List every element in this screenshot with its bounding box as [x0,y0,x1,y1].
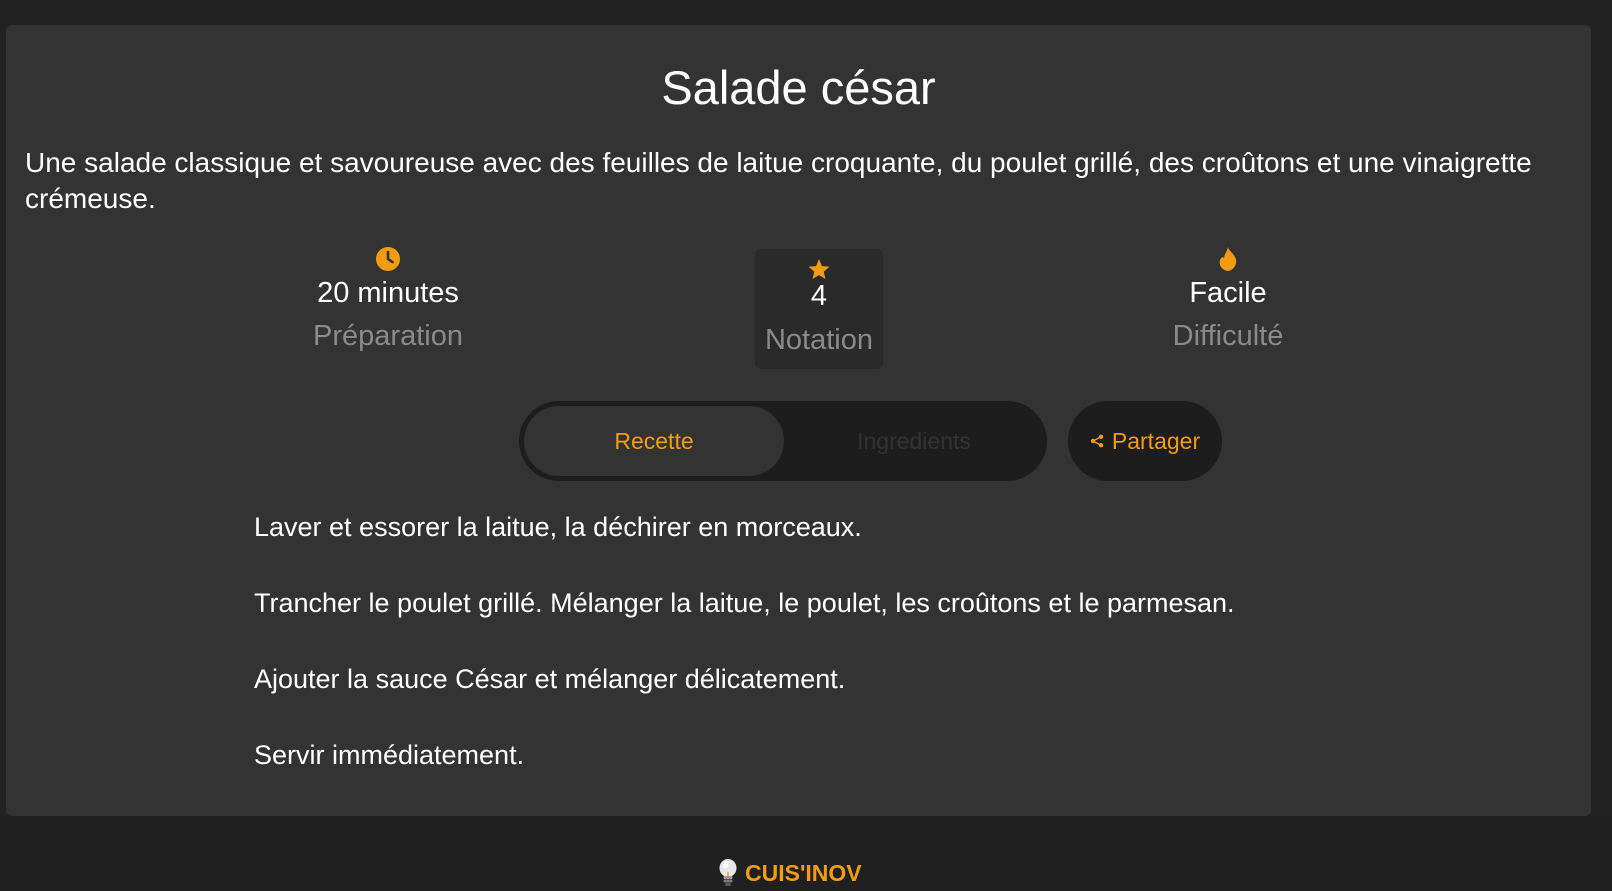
rating-stat: 4 Notation [755,249,883,369]
share-icon [1090,434,1104,448]
brand-logo[interactable]: CUIS'INOV [718,855,862,891]
brand-name: CUIS'INOV [745,859,862,886]
step-item: Trancher le poulet grillé. Mélanger la l… [254,588,1235,618]
share-button[interactable]: Partager [1068,401,1222,481]
tab-ingredients[interactable]: Ingredients [784,406,1044,476]
recipe-tabs: Recette Ingredients [519,401,1047,481]
recipe-title: Salade césar [661,61,936,114]
difficulty-value: Facile [1189,277,1267,309]
recipe-steps: Laver et essorer la laitue, la déchirer … [254,509,1454,813]
difficulty-label: Difficulté [1172,320,1284,352]
share-label: Partager [1111,428,1201,454]
prep-time-value: 20 minutes [317,277,459,309]
rating-label: Notation [764,324,873,356]
prep-time-stat: 20 minutes Préparation [288,246,488,353]
lightbulb-icon [719,859,737,886]
star-icon [808,259,830,279]
clock-icon [376,247,400,271]
recipe-description: Une salade classique et savoureuse avec … [25,147,1532,214]
difficulty-stat: Facile Difficulté [1128,246,1328,353]
flame-icon [1219,247,1237,271]
rating-value: 4 [810,280,828,312]
tab-recipe[interactable]: Recette [524,406,784,476]
step-item: Laver et essorer la laitue, la déchirer … [254,512,862,542]
prep-time-label: Préparation [313,320,463,352]
step-item: Ajouter la sauce César et mélanger délic… [254,664,846,694]
step-item: Servir immédiatement. [254,740,525,770]
